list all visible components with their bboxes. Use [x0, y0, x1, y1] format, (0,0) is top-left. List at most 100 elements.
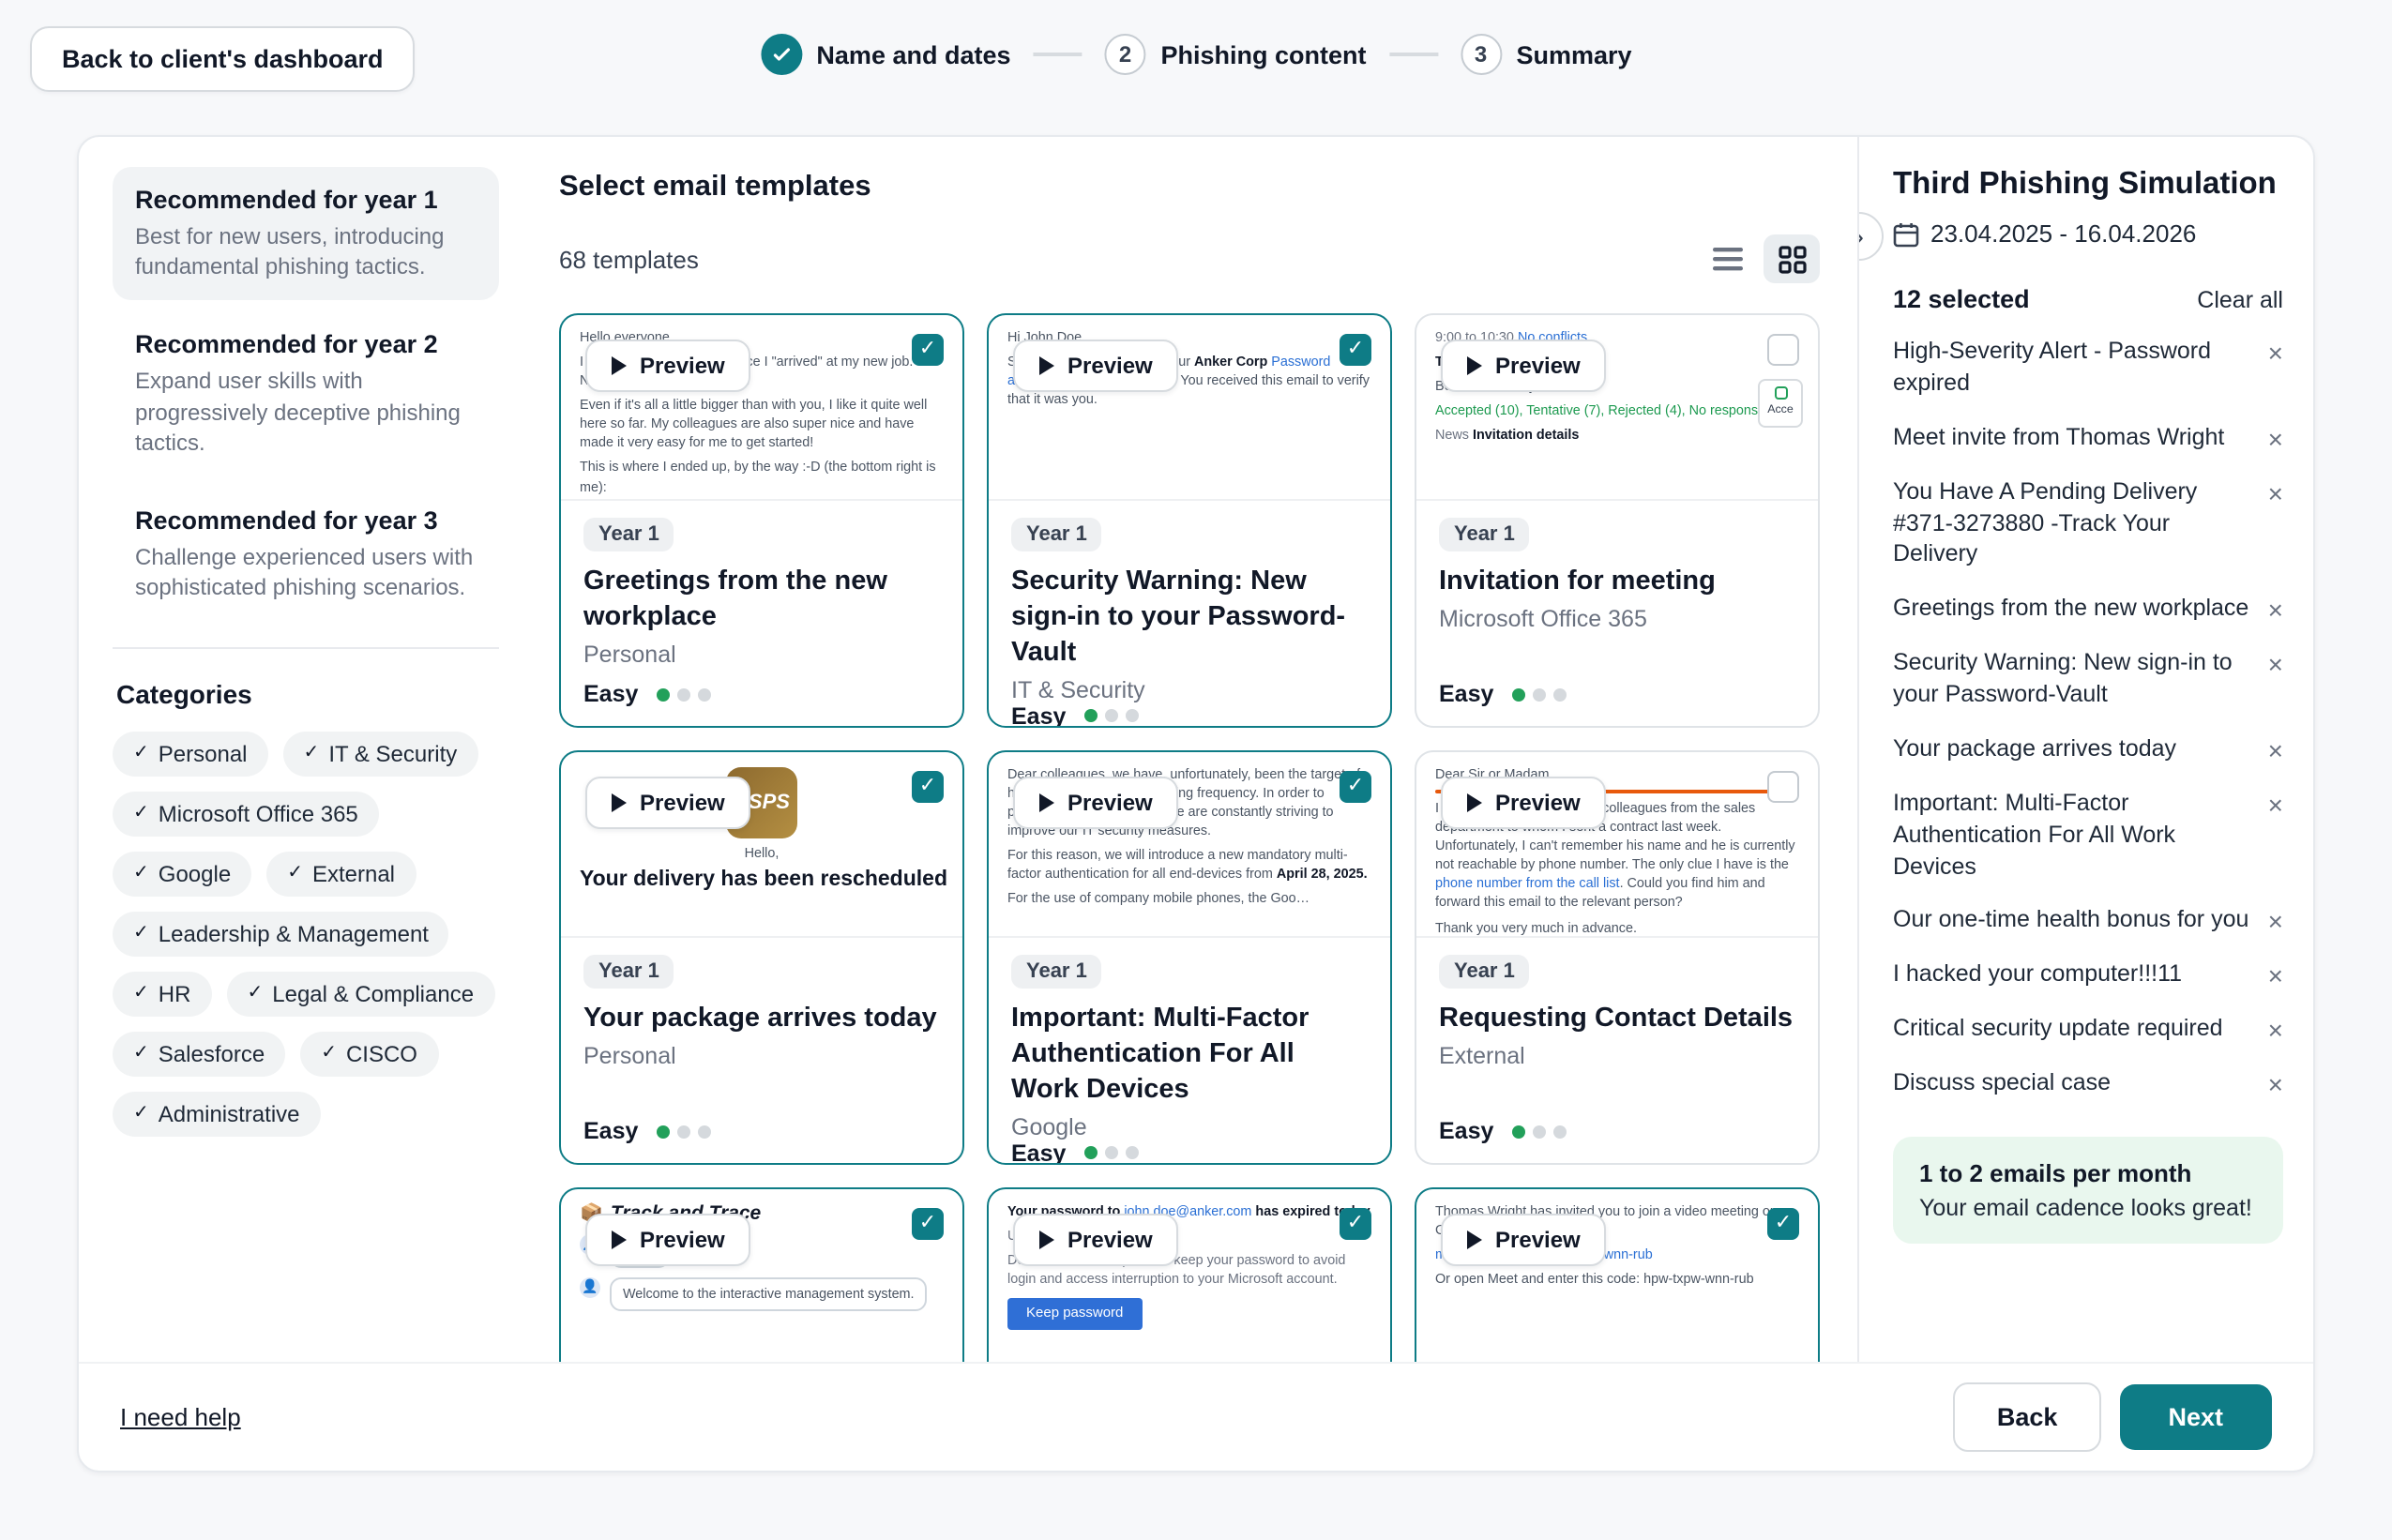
- remove-item-button[interactable]: ×: [2268, 594, 2283, 624]
- template-section: Select email templates 68 templates Hell…: [522, 137, 1859, 1362]
- template-checkbox[interactable]: ✓: [1340, 334, 1371, 366]
- difficulty-dots: [649, 687, 711, 701]
- remove-item-button[interactable]: ×: [2268, 336, 2283, 366]
- category-chip[interactable]: ✓HR: [113, 973, 211, 1018]
- template-card[interactable]: Dear colleagues, we have, unfortunately,…: [987, 750, 1392, 1165]
- template-title: Your package arrives today: [583, 1002, 940, 1037]
- category-chip[interactable]: ✓CISCO: [300, 1033, 438, 1078]
- template-card[interactable]: 9:00 to 10:30 No conflictsTeams MeetingB…: [1415, 313, 1820, 728]
- step-connector: [1034, 53, 1082, 56]
- category-chip[interactable]: ✓Google: [113, 853, 251, 898]
- remove-item-button[interactable]: ×: [2268, 733, 2283, 763]
- remove-item-button[interactable]: ×: [2268, 476, 2283, 506]
- recommendation-item[interactable]: Recommended for year 3Challenge experien…: [113, 488, 499, 622]
- preview-text-line: Or open Meet and enter this code: hpw-tx…: [1435, 1270, 1799, 1289]
- clear-all-button[interactable]: Clear all: [2197, 286, 2283, 312]
- template-card[interactable]: Hello everyone,I promised to be in touch…: [559, 313, 964, 728]
- grid-view-icon: [1778, 245, 1806, 273]
- preview-button[interactable]: Preview: [1013, 1214, 1179, 1266]
- preview-button[interactable]: Preview: [1013, 340, 1179, 392]
- preview-button[interactable]: Preview: [1013, 777, 1179, 829]
- category-chip[interactable]: ✓Personal: [113, 732, 268, 778]
- preview-button-label: Preview: [640, 353, 725, 379]
- template-checkbox[interactable]: ✓: [912, 771, 944, 803]
- play-icon: [612, 1230, 627, 1249]
- template-card[interactable]: USPSHello,Your delivery has been resched…: [559, 750, 964, 1165]
- preview-button[interactable]: Preview: [585, 1214, 751, 1266]
- template-title: Requesting Contact Details: [1439, 1002, 1795, 1037]
- collapse-panel-button[interactable]: ›: [1859, 212, 1884, 261]
- help-link[interactable]: I need help: [120, 1403, 241, 1431]
- page: Back to client's dashboard Name and date…: [0, 0, 2392, 1540]
- template-checkbox[interactable]: ✓: [1767, 1208, 1799, 1240]
- preview-button[interactable]: Preview: [585, 340, 751, 392]
- keep-password-button: Keep password: [1007, 1299, 1142, 1330]
- recommendation-item[interactable]: Recommended for year 2 Expand user skills…: [113, 312, 499, 476]
- template-checkbox[interactable]: [1767, 771, 1799, 803]
- remove-item-button[interactable]: ×: [2268, 1013, 2283, 1043]
- preview-text-line: This is where I ended up, by the way :-D…: [580, 459, 944, 496]
- category-chip[interactable]: ✓Salesforce: [113, 1033, 285, 1078]
- template-checkbox[interactable]: ✓: [1340, 771, 1371, 803]
- preview-button[interactable]: Preview: [1441, 777, 1607, 829]
- template-checkbox[interactable]: ✓: [912, 334, 944, 366]
- template-checkbox[interactable]: [1767, 334, 1799, 366]
- grid-view-button[interactable]: [1764, 234, 1820, 283]
- next-button[interactable]: Next: [2119, 1384, 2272, 1450]
- preview-button-label: Preview: [1067, 353, 1153, 379]
- template-preview: Hello everyone,I promised to be in touch…: [561, 315, 962, 501]
- remove-item-button[interactable]: ×: [2268, 647, 2283, 677]
- selected-count: 12 selected: [1893, 285, 2030, 313]
- category-chip[interactable]: ✓External: [266, 853, 416, 898]
- remove-item-button[interactable]: ×: [2268, 1067, 2283, 1097]
- remove-item-button[interactable]: ×: [2268, 959, 2283, 989]
- template-card[interactable]: Dear Sir or Madam,I am looking for one o…: [1415, 750, 1820, 1165]
- recommendation-item[interactable]: Recommended for year 1Best for new users…: [113, 167, 499, 301]
- year-badge: Year 1: [583, 955, 674, 989]
- template-card[interactable]: 📦Track and Trace👤Hello!👤Welcome to the i…: [559, 1187, 964, 1362]
- back-to-dashboard-button[interactable]: Back to client's dashboard: [30, 26, 416, 92]
- category-chip[interactable]: ✓Leadership & Management: [113, 913, 449, 958]
- play-icon: [612, 793, 627, 812]
- preview-text-line: For the use of company mobile phones, th…: [1007, 890, 1371, 909]
- template-card[interactable]: Your password to john.doe@anker.com has …: [987, 1187, 1392, 1362]
- template-preview: Dear Sir or Madam,I am looking for one o…: [1416, 752, 1818, 938]
- recommendation-desc: Expand user skills with progressively de…: [135, 367, 477, 458]
- remove-item-button[interactable]: ×: [2268, 905, 2283, 935]
- preview-text-line: Accepted (10), Tentative (7), Rejected (…: [1435, 401, 1799, 420]
- remove-item-button[interactable]: ×: [2268, 788, 2283, 818]
- sidebar: Recommended for year 1Best for new users…: [79, 137, 522, 1362]
- category-chip-label: IT & Security: [328, 742, 457, 768]
- category-chip[interactable]: ✓Microsoft Office 365: [113, 793, 379, 838]
- check-icon: ✓: [133, 806, 149, 824]
- category-chip[interactable]: ✓Legal & Compliance: [226, 973, 494, 1018]
- year-badge: Year 1: [583, 518, 674, 551]
- recommendation-title: Recommended for year 2: [135, 331, 477, 359]
- template-checkbox[interactable]: ✓: [912, 1208, 944, 1240]
- category-chip[interactable]: ✓Administrative: [113, 1093, 321, 1138]
- step-name-and-dates[interactable]: Name and dates: [760, 34, 1010, 75]
- preview-button[interactable]: Preview: [585, 777, 751, 829]
- selected-item-label: I hacked your computer!!!11: [1893, 959, 2182, 991]
- view-toggles: [1700, 234, 1820, 283]
- template-card-body: Year 1Requesting Contact DetailsExternal…: [1416, 938, 1818, 1163]
- template-card[interactable]: Thomas Wright has invited you to join a …: [1415, 1187, 1820, 1362]
- step-summary[interactable]: 3Summary: [1461, 34, 1632, 75]
- count-row: 68 templates: [559, 234, 1820, 283]
- category-chip-label: Leadership & Management: [159, 922, 429, 948]
- preview-text-span: Or open Meet and enter this code: hpw-tx…: [1435, 1270, 1754, 1287]
- template-card[interactable]: Hi John Doe,Someone has logged into your…: [987, 313, 1392, 728]
- selected-item-label: Discuss special case: [1893, 1067, 2111, 1099]
- selected-list: High-Severity Alert - Password expired×M…: [1893, 325, 2283, 1110]
- category-chip[interactable]: ✓IT & Security: [283, 732, 478, 778]
- template-checkbox[interactable]: ✓: [1340, 1208, 1371, 1240]
- remove-item-button[interactable]: ×: [2268, 422, 2283, 452]
- preview-button-label: Preview: [1495, 353, 1581, 379]
- back-button[interactable]: Back: [1954, 1382, 2101, 1452]
- preview-button[interactable]: Preview: [1441, 1214, 1607, 1266]
- list-view-button[interactable]: [1700, 234, 1756, 283]
- accept-strip: Acce: [1758, 379, 1803, 427]
- preview-button[interactable]: Preview: [1441, 340, 1607, 392]
- step-phishing-content[interactable]: 2Phishing content: [1105, 34, 1367, 75]
- template-preview: Dear colleagues, we have, unfortunately,…: [989, 752, 1390, 938]
